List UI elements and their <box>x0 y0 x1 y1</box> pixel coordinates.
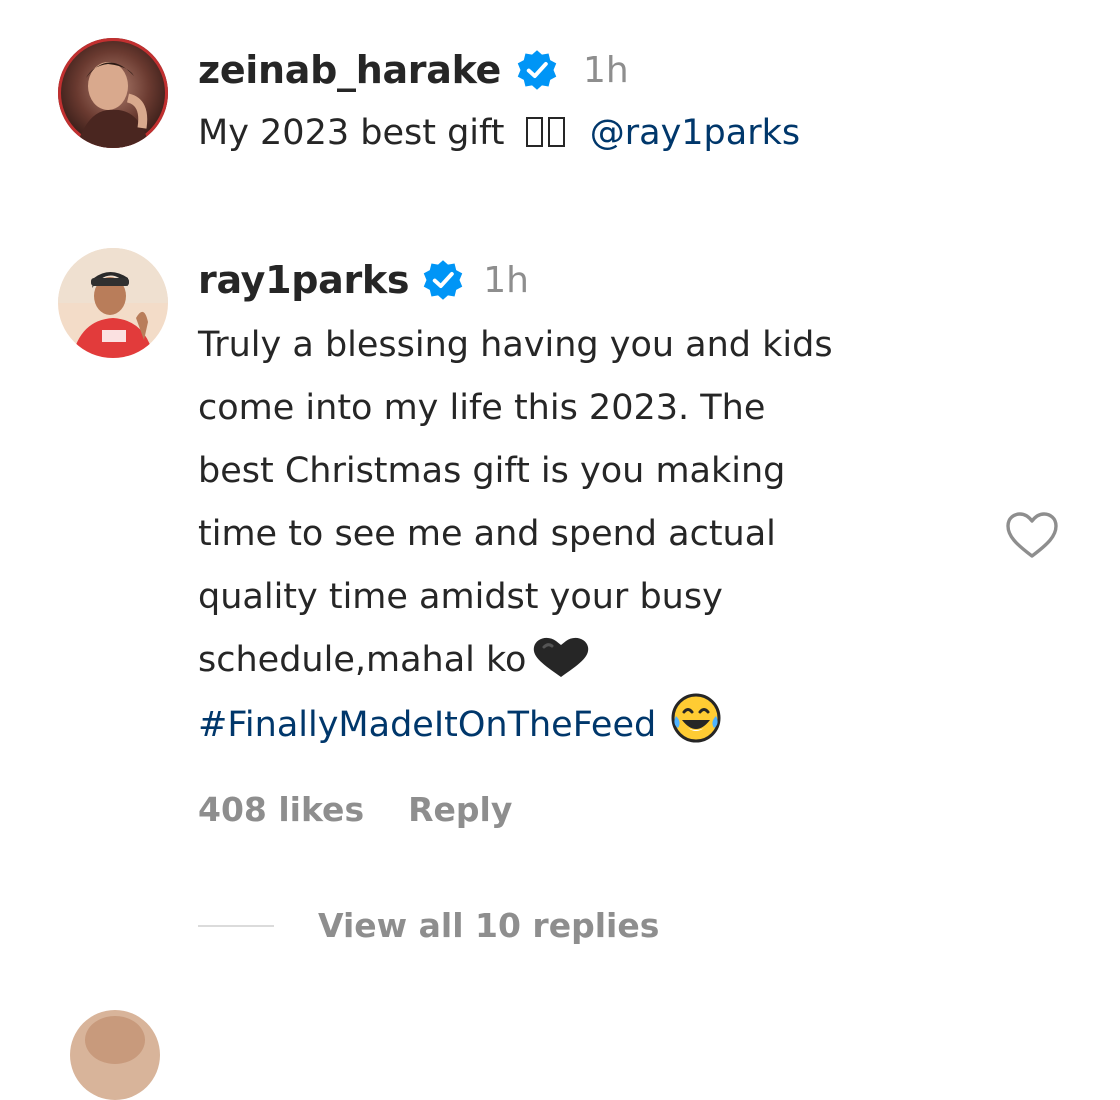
username-link[interactable]: zeinab_harake <box>198 48 501 92</box>
comment-line-with-emoji: schedule,mahal ko <box>198 629 998 692</box>
username-link[interactable]: ray1parks <box>198 258 410 302</box>
timestamp[interactable]: 1h <box>483 260 529 301</box>
reply-button[interactable]: Reply <box>408 790 512 829</box>
likes-count[interactable]: 408 likes <box>198 790 364 829</box>
comment-line: quality time amidst your busy <box>198 577 723 617</box>
comment-header: ray1parks 1h <box>198 254 529 306</box>
comment-line: schedule,mahal ko <box>198 640 527 680</box>
avatar-zeinab-harake[interactable] <box>58 38 168 148</box>
black-heart-emoji <box>530 635 592 679</box>
heart-outline-icon[interactable] <box>1004 510 1060 560</box>
comment-line: Truly a blessing having you and kids <box>198 325 833 365</box>
comment-line: time to see me and spend actual <box>198 514 776 554</box>
comment-text: My 2023 best gift @ray1parks <box>198 106 800 160</box>
view-replies-button[interactable]: View all 10 replies <box>198 906 659 945</box>
comment-actions: 408 likes Reply <box>198 790 512 829</box>
comment-text-body: My 2023 best gift <box>198 113 505 153</box>
missing-glyph-box <box>525 117 543 147</box>
comment-line: come into my life this 2023. The <box>198 388 766 428</box>
verified-badge-icon <box>421 258 465 302</box>
tears-of-joy-emoji <box>670 692 722 744</box>
comment-line: best Christmas gift is you making <box>198 451 786 491</box>
timestamp[interactable]: 1h <box>583 50 629 91</box>
mention-link[interactable]: @ray1parks <box>590 113 800 153</box>
comment-line-with-emoji: #FinallyMadeItOnTheFeed <box>198 692 998 757</box>
avatar-next-comment[interactable] <box>70 1010 160 1100</box>
verified-badge-icon <box>515 48 559 92</box>
avatar-ray1parks[interactable] <box>58 248 168 358</box>
comment-text: Truly a blessing having you and kids com… <box>198 314 998 757</box>
view-replies-label: View all 10 replies <box>318 906 660 945</box>
divider-line <box>198 924 274 927</box>
missing-glyph-box <box>547 117 565 147</box>
hashtag-link[interactable]: #FinallyMadeItOnTheFeed <box>198 705 656 745</box>
comment-header: zeinab_harake 1h <box>198 44 629 96</box>
